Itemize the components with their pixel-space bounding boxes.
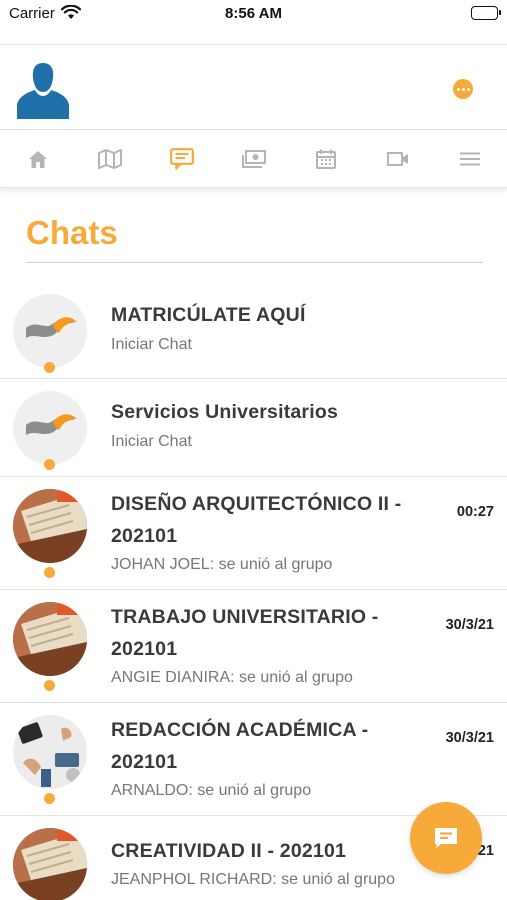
- map-book-icon[interactable]: [98, 147, 122, 171]
- chat-name: DISEÑO ARQUITECTÓNICO II - 202101: [111, 493, 402, 547]
- chat-name: TRABAJO UNIVERSITARIO - 202101: [111, 606, 379, 660]
- chat-name: MATRICÚLATE AQUÍ: [111, 304, 306, 326]
- profile-header: [0, 44, 507, 130]
- more-options-button[interactable]: [453, 79, 473, 99]
- university-logo-icon: [26, 414, 77, 435]
- group-photo-icon: [13, 489, 87, 563]
- money-icon[interactable]: [242, 147, 266, 171]
- chat-avatar: [13, 715, 87, 789]
- group-photo-icon: [13, 602, 87, 676]
- unread-dot: [44, 459, 55, 470]
- chat-name: CREATIVIDAD II - 202101: [111, 840, 347, 862]
- clock: 8:56 AM: [225, 5, 282, 22]
- battery-icon: [471, 6, 501, 20]
- chat-name: Servicios Universitarios: [111, 401, 338, 423]
- chat-preview: ARNALDO: se unió al grupo: [111, 782, 312, 799]
- video-icon[interactable]: [386, 147, 410, 171]
- page-title: Chats: [26, 214, 118, 251]
- chat-icon[interactable]: [170, 147, 194, 171]
- user-silhouette-icon[interactable]: [17, 59, 69, 119]
- chat-preview: Iniciar Chat: [111, 433, 192, 450]
- unread-dot: [44, 567, 55, 578]
- chat-item[interactable]: Servicios Universitarios Iniciar Chat: [0, 379, 507, 477]
- chat-item[interactable]: REDACCIÓN ACADÉMICA - 202101 ARNALDO: se…: [0, 703, 507, 816]
- unread-dot: [44, 793, 55, 804]
- chat-avatar: [13, 294, 87, 368]
- university-logo-icon: [26, 317, 77, 338]
- chat-avatar: [13, 828, 87, 900]
- group-photo-icon: [13, 828, 87, 900]
- new-chat-icon: [435, 828, 457, 848]
- new-chat-button[interactable]: [410, 802, 482, 874]
- title-divider: [26, 262, 483, 263]
- chat-time: 30/3/21: [445, 617, 494, 633]
- chat-preview: JOHAN JOEL: se unió al grupo: [111, 556, 333, 573]
- chat-name: REDACCIÓN ACADÉMICA - 202101: [111, 719, 369, 773]
- chat-preview: ANGIE DIANIRA: se unió al grupo: [111, 669, 353, 686]
- navigation-bar: [0, 130, 507, 188]
- chat-item[interactable]: DISEÑO ARQUITECTÓNICO II - 202101 JOHAN …: [0, 477, 507, 590]
- chat-preview: Iniciar Chat: [111, 336, 192, 353]
- chat-avatar: [13, 489, 87, 563]
- chat-preview: JEANPHOL RICHARD: se unió al grupo: [111, 871, 395, 888]
- calendar-icon[interactable]: [314, 147, 338, 171]
- chat-time: 30/3/21: [445, 730, 494, 746]
- desk-photo-icon: [13, 715, 87, 789]
- chat-avatar: [13, 391, 87, 465]
- unread-dot: [44, 362, 55, 373]
- status-bar: Carrier 8:56 AM: [0, 0, 507, 28]
- chat-item[interactable]: MATRICÚLATE AQUÍ Iniciar Chat: [0, 282, 507, 379]
- chat-time: 00:27: [456, 504, 494, 520]
- menu-icon[interactable]: [458, 147, 482, 171]
- home-icon[interactable]: [26, 147, 50, 171]
- chat-item[interactable]: TRABAJO UNIVERSITARIO - 202101 ANGIE DIA…: [0, 590, 507, 703]
- unread-dot: [44, 680, 55, 691]
- chat-avatar: [13, 602, 87, 676]
